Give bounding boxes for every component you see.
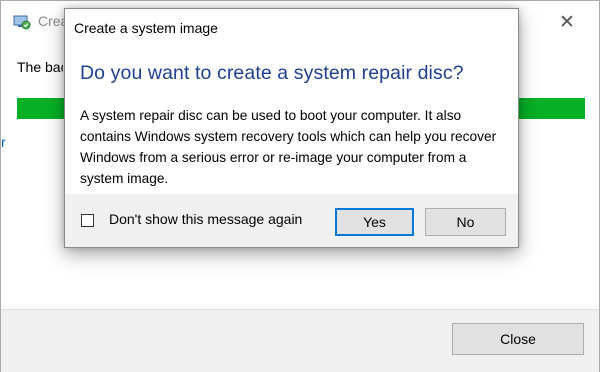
dialog-footer: Don't show this message again Yes No	[65, 194, 518, 247]
close-icon[interactable]: ✕	[553, 9, 581, 37]
dialog-title: Create a system image	[74, 20, 218, 36]
dialog-body-text: A system repair disc can be used to boot…	[80, 108, 497, 186]
background-window-title: Create a system image	[38, 13, 64, 29]
backup-restore-icon	[13, 13, 31, 31]
background-status-text: The backup was saved successfully.	[17, 59, 63, 75]
background-footer: Close	[1, 309, 599, 372]
dialog-heading: Do you want to create a system repair di…	[80, 62, 464, 84]
yes-button[interactable]: Yes	[335, 208, 414, 236]
background-link-fragment[interactable]: r	[1, 134, 6, 150]
no-button[interactable]: No	[425, 208, 506, 236]
repair-disc-dialog: Create a system image Do you want to cre…	[64, 8, 519, 248]
dont-show-again-checkbox[interactable]	[81, 214, 94, 227]
close-button[interactable]: Close	[452, 323, 584, 355]
dont-show-again-label[interactable]: Don't show this message again	[109, 211, 302, 227]
